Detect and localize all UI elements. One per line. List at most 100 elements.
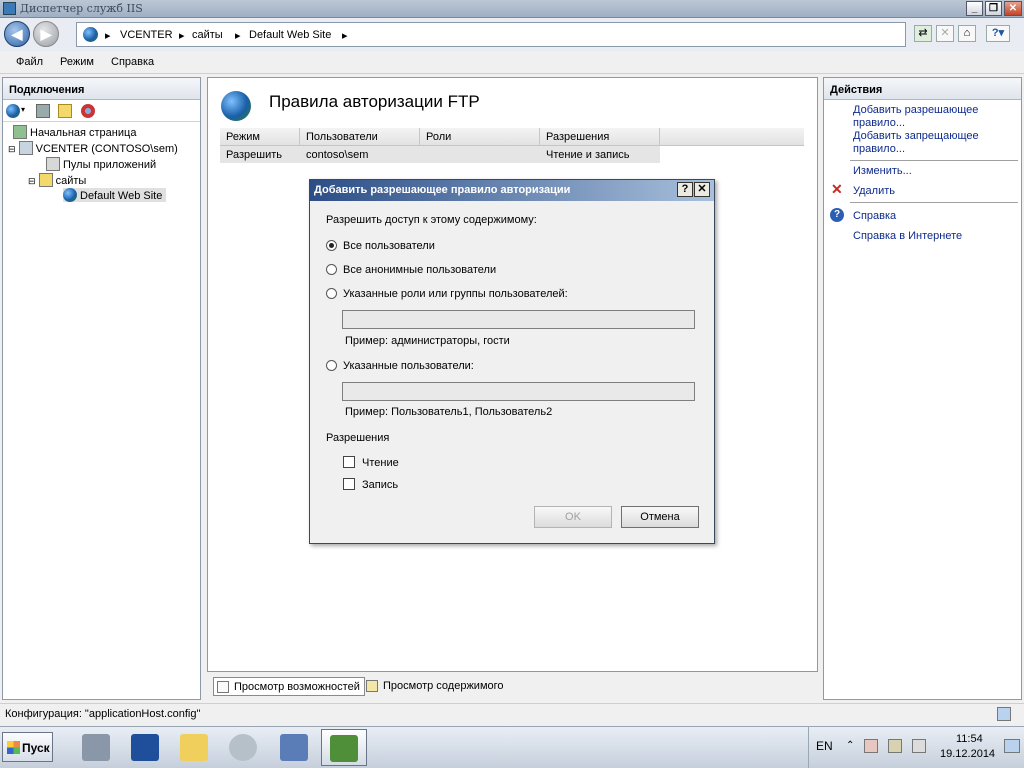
tree-sites[interactable]: ⊟ сайты xyxy=(28,173,86,187)
connections-panel: Подключения ▾ Начальная страница ⊟ VCENT… xyxy=(2,77,201,700)
back-button[interactable]: ◀ xyxy=(4,21,30,47)
globe-icon xyxy=(83,27,98,42)
radio-specified-users[interactable] xyxy=(326,360,337,371)
add-deny-rule-link[interactable]: Добавить запрещающее правило... xyxy=(853,130,993,156)
radio-all-users[interactable] xyxy=(326,240,337,251)
access-prompt: Разрешить доступ к этому содержимому: xyxy=(326,214,537,226)
connect-icon[interactable] xyxy=(6,104,20,118)
refresh-icon[interactable]: ⇄ xyxy=(914,25,932,42)
radio-anonymous-users[interactable] xyxy=(326,264,337,275)
network-tray-icon[interactable] xyxy=(888,739,902,753)
gear-icon xyxy=(229,734,257,761)
show-desktop-button[interactable] xyxy=(1004,739,1020,753)
breadcrumb-sites[interactable]: сайты xyxy=(192,29,223,41)
clock-date[interactable]: 19.12.2014 xyxy=(940,748,995,760)
sites-folder-icon xyxy=(38,173,53,187)
roles-input[interactable] xyxy=(342,310,695,329)
online-help-link[interactable]: Справка в Интернете xyxy=(853,230,962,243)
tab-content-view[interactable]: Просмотр содержимого xyxy=(363,677,508,696)
address-bar: ◀ ▶ ▸ VCENTER ▸ сайты ▸ Default Web Site… xyxy=(0,18,1024,51)
tree-server[interactable]: ⊟ VCENTER (CONTOSO\sem) xyxy=(8,141,178,155)
rules-table-header: Режим Пользователи Роли Разрешения xyxy=(220,128,804,146)
connections-toolbar: ▾ xyxy=(3,100,200,122)
up-folder-icon[interactable] xyxy=(58,104,72,118)
ok-button[interactable]: OK xyxy=(534,506,612,528)
connections-title: Подключения xyxy=(3,78,200,100)
volume-muted-icon[interactable] xyxy=(912,739,926,753)
restore-button[interactable]: ❐ xyxy=(985,1,1002,16)
window-title: Диспетчер служб IIS xyxy=(20,2,143,15)
stop-icon[interactable]: ✕ xyxy=(936,25,954,42)
column-permissions[interactable]: Разрешения xyxy=(546,131,609,147)
dialog-help-button[interactable]: ? xyxy=(677,182,693,197)
taskbar-services[interactable] xyxy=(220,729,266,766)
menu-file[interactable]: Файл xyxy=(16,56,43,68)
label-read[interactable]: Чтение xyxy=(362,457,399,469)
checkbox-write[interactable] xyxy=(343,478,355,490)
column-roles[interactable]: Роли xyxy=(426,131,451,147)
action-center-icon[interactable] xyxy=(864,739,878,753)
taskbar-iis-manager[interactable] xyxy=(321,729,367,766)
show-hidden-icons[interactable]: ⌃ xyxy=(846,740,854,751)
help-link[interactable]: Справка xyxy=(853,210,896,223)
menu-view[interactable]: Режим xyxy=(60,56,94,68)
tab-features-view[interactable]: Просмотр возможностей xyxy=(213,677,365,696)
language-indicator[interactable]: EN xyxy=(816,739,833,753)
forward-button[interactable]: ▶ xyxy=(33,21,59,47)
website-icon xyxy=(63,188,77,202)
taskbar-server-manager[interactable] xyxy=(73,729,119,766)
radio-roles-groups[interactable] xyxy=(326,288,337,299)
label-all-users[interactable]: Все пользователи xyxy=(343,240,435,252)
dialog-close-button[interactable]: ✕ xyxy=(694,182,710,197)
minimize-button[interactable]: _ xyxy=(966,1,983,16)
start-button[interactable]: Пуск xyxy=(2,732,53,762)
column-mode[interactable]: Режим xyxy=(226,131,260,147)
home-icon[interactable]: ⌂ xyxy=(958,25,976,42)
connect-dropdown-icon[interactable]: ▾ xyxy=(21,105,25,114)
help-icon[interactable]: ?▾ xyxy=(986,25,1010,42)
taskbar-remote[interactable] xyxy=(271,729,317,766)
title-bar: Диспетчер служб IIS _ ❐ ✕ xyxy=(0,0,1024,18)
label-roles-groups[interactable]: Указанные роли или группы пользователей: xyxy=(343,288,568,300)
taskbar-powershell[interactable] xyxy=(122,729,168,766)
taskbar-explorer[interactable] xyxy=(171,729,217,766)
actions-title: Действия xyxy=(824,78,1021,100)
dialog-title: Добавить разрешающее правило авторизации xyxy=(314,184,571,196)
add-allow-rule-dialog: Добавить разрешающее правило авторизации… xyxy=(309,179,715,544)
add-allow-rule-link[interactable]: Добавить разрешающее правило... xyxy=(853,104,993,130)
clock-time[interactable]: 11:54 xyxy=(956,733,983,745)
label-write[interactable]: Запись xyxy=(362,479,398,491)
disconnect-icon[interactable] xyxy=(81,104,95,118)
column-users[interactable]: Пользователи xyxy=(306,131,378,147)
status-text: Конфигурация: "applicationHost.config" xyxy=(5,708,201,720)
users-example: Пример: Пользователь1, Пользователь2 xyxy=(345,406,553,418)
collapse-icon[interactable]: ⊟ xyxy=(28,176,36,186)
tree-start-page[interactable]: Начальная страница xyxy=(13,125,136,139)
tree-default-web-site[interactable]: Default Web Site xyxy=(63,188,167,202)
edit-link[interactable]: Изменить... xyxy=(853,165,912,178)
label-specified-users[interactable]: Указанные пользователи: xyxy=(343,360,474,372)
users-input[interactable] xyxy=(342,382,695,401)
cancel-button[interactable]: Отмена xyxy=(621,506,699,528)
save-icon[interactable] xyxy=(36,104,50,118)
table-row[interactable]: Разрешить contoso\sem Чтение и запись xyxy=(220,146,660,163)
menu-help[interactable]: Справка xyxy=(111,56,154,68)
collapse-icon[interactable]: ⊟ xyxy=(8,144,16,154)
network-status-icon xyxy=(997,707,1011,721)
ftp-authorization-icon xyxy=(221,91,251,121)
iis-app-icon xyxy=(3,2,16,15)
tree-app-pools[interactable]: Пулы приложений xyxy=(46,157,156,171)
label-anonymous-users[interactable]: Все анонимные пользователи xyxy=(343,264,496,276)
view-tabs: Просмотр возможностей Просмотр содержимо… xyxy=(207,675,818,699)
breadcrumb-default-web-site[interactable]: Default Web Site xyxy=(249,29,331,41)
breadcrumb-vcenter[interactable]: VCENTER xyxy=(120,29,173,41)
status-bar: Конфигурация: "applicationHost.config" xyxy=(0,703,1024,725)
checkbox-read[interactable] xyxy=(343,456,355,468)
breadcrumb[interactable]: ▸ VCENTER ▸ сайты ▸ Default Web Site ▸ xyxy=(76,22,906,47)
dialog-title-bar: Добавить разрешающее правило авторизации… xyxy=(310,180,714,201)
delete-icon: ✕ xyxy=(831,181,843,197)
delete-link[interactable]: Удалить xyxy=(853,185,895,198)
permissions-heading: Разрешения xyxy=(326,432,390,444)
close-button[interactable]: ✕ xyxy=(1004,1,1022,16)
content-view-icon xyxy=(366,680,378,692)
